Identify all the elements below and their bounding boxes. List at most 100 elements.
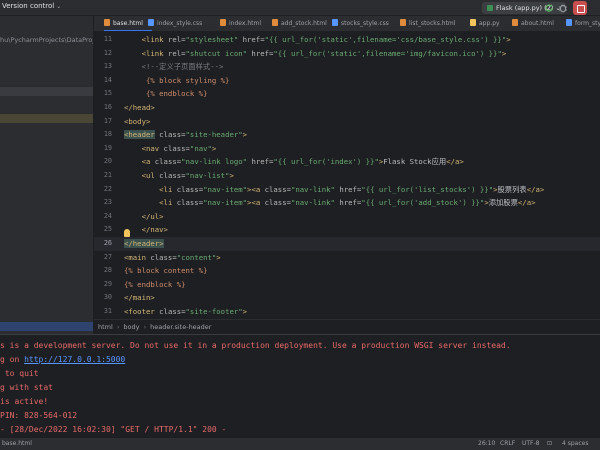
code-line[interactable]: 27 <main class="content"> [94, 251, 600, 265]
status-line-separator[interactable]: CRLF [500, 438, 515, 450]
title-bar: Version control ⌄ Flask (app.py) (2) ⌄ [0, 0, 600, 16]
line-number: 24 [103, 211, 112, 220]
tab-5[interactable]: list_stocks.html [400, 16, 455, 31]
line-number: 17 [103, 116, 112, 125]
breadcrumb-separator: › [143, 323, 147, 331]
code-text: </ul> [141, 211, 164, 221]
breadcrumb: html › body › header.site-header [94, 319, 600, 334]
file-type-icon [400, 19, 406, 26]
status-caret-position[interactable]: 26:10 [478, 438, 495, 450]
code-text: <link rel="stylesheet" href="{{ url_for(… [141, 35, 511, 44]
code-line[interactable]: 30 </main> [94, 291, 600, 305]
breadcrumb-item[interactable]: header.site-header [150, 323, 211, 331]
code-line[interactable]: 15 {% endblock %} [94, 87, 600, 101]
tab-0[interactable]: base.html× [104, 16, 152, 31]
project-tree-row-selected[interactable] [0, 322, 93, 331]
line-number: 25 [103, 225, 112, 234]
line-number: 14 [103, 75, 112, 84]
tab-1[interactable]: index_style.css [148, 16, 202, 31]
code-text: <!--定义子页面样式--> [141, 62, 224, 72]
code-line[interactable]: 13 <!--定义子页面样式--> [94, 60, 600, 74]
code-line[interactable]: 14 {% block styling %} [94, 74, 600, 88]
status-bar: base.html 26:10 CRLF UTF-8 ⊡ 4 spaces [0, 437, 600, 450]
line-number: 19 [103, 143, 112, 152]
code-editor[interactable]: I 11 <link rel="stylesheet" href="{{ url… [94, 33, 600, 319]
code-line[interactable]: 12 <link rel="shutcut icon" href="{{ url… [94, 47, 600, 61]
run-console[interactable]: s is a development server. Do not use it… [0, 334, 600, 437]
line-number: 11 [103, 35, 112, 43]
editor-tabs: base.html× index_style.css index.html add_s… [94, 16, 600, 32]
tab-2[interactable]: index.html [220, 16, 261, 31]
code-line[interactable]: 24 </ul> [94, 210, 600, 224]
file-type-icon [104, 19, 110, 26]
code-line[interactable]: 21 <ul class="nav-list"> [94, 169, 600, 183]
code-line[interactable]: 22 <li class="nav-item"><a class="nav-li… [94, 183, 600, 197]
tab-6[interactable]: app.py [470, 16, 500, 31]
line-number: 28 [103, 266, 112, 275]
code-line[interactable]: 19 <nav class="nav"> [94, 142, 600, 156]
console-line: g on http://127.0.0.1:5000 [0, 355, 126, 364]
tab-7[interactable]: about.html [512, 16, 554, 31]
breadcrumb-item[interactable]: html [98, 323, 113, 331]
tab-label: index.html [229, 20, 261, 27]
tab-8[interactable]: form_style. [566, 16, 600, 31]
breadcrumb-item[interactable]: body [123, 323, 139, 331]
code-text: <li class="nav-item"><a class="nav-link"… [159, 184, 545, 194]
line-number: 21 [103, 171, 112, 179]
code-line[interactable]: 26 </header> [94, 237, 600, 251]
project-tree-row[interactable] [0, 114, 93, 123]
code-line[interactable]: 18 <header class="site-header"> [94, 128, 600, 142]
code-line[interactable]: 29 {% endblock %} [94, 278, 600, 292]
line-number: 12 [103, 48, 112, 57]
line-number: 15 [103, 89, 112, 98]
code-line[interactable]: 17 <body> [94, 115, 600, 129]
file-type-icon [512, 19, 518, 26]
status-file[interactable]: base.html [2, 438, 32, 450]
code-text: <main class="content"> [124, 252, 221, 262]
file-type-icon [470, 19, 476, 26]
project-path: hu\PycharmProjects\DataProject [0, 36, 94, 44]
file-type-icon [566, 19, 572, 26]
code-line[interactable]: 20 <a class="nav-link logo" href="{{ url… [94, 155, 600, 169]
console-line: - [28/Dec/2022 16:02:30] "GET / HTTP/1.1… [0, 425, 227, 434]
flask-icon [487, 5, 493, 11]
breadcrumb-separator: › [116, 323, 120, 331]
code-line[interactable]: 11 <link rel="stylesheet" href="{{ url_f… [94, 33, 600, 47]
code-text: <li class="nav-item"><a class="nav-link"… [159, 198, 536, 208]
lock-icon[interactable]: ⊡ [547, 438, 552, 450]
tab-label: add_stock.html [281, 20, 327, 27]
console-line: g with stat [0, 383, 53, 392]
status-encoding[interactable]: UTF-8 [522, 438, 540, 450]
console-line: s is a development server. Do not use it… [0, 341, 511, 350]
code-text: <a class="nav-link logo" href="{{ url_fo… [141, 157, 464, 167]
console-line: PIN: 828-564-012 [0, 411, 78, 420]
line-number: 18 [103, 130, 112, 139]
line-number: 30 [103, 293, 112, 302]
debug-icon[interactable] [558, 3, 568, 13]
code-line[interactable]: 28 {% block content %} [94, 264, 600, 278]
status-indent[interactable]: 4 spaces [562, 438, 588, 450]
code-line[interactable]: 23 <li class="nav-item"><a class="nav-li… [94, 196, 600, 210]
code-text: <header class="site-header"> [124, 130, 248, 140]
stop-button[interactable] [573, 1, 587, 15]
file-type-icon [272, 19, 278, 26]
console-line: to quit [0, 369, 39, 378]
code-text: </nav> [141, 225, 168, 235]
tab-3[interactable]: add_stock.html [272, 16, 327, 31]
tab-label: form_style. [575, 20, 600, 27]
code-line[interactable]: 25 </nav> [94, 223, 600, 237]
rerun-icon[interactable] [544, 3, 554, 13]
code-line[interactable]: 31 <footer class="site-footer"> [94, 305, 600, 319]
file-type-icon [220, 19, 226, 26]
version-control-menu[interactable]: Version control ⌄ [2, 2, 61, 10]
server-url-link[interactable]: http://127.0.0.1:5000 [24, 355, 125, 364]
line-number: 20 [103, 157, 112, 166]
file-type-icon [148, 19, 154, 26]
line-number: 23 [103, 198, 112, 207]
project-tree-row[interactable] [0, 87, 93, 96]
line-number: 13 [103, 62, 112, 71]
code-line[interactable]: 16 </head> [94, 101, 600, 115]
line-number: 22 [103, 184, 112, 193]
tab-4[interactable]: stocks_style.css [332, 16, 389, 31]
code-text: {% block styling %} [145, 75, 230, 85]
